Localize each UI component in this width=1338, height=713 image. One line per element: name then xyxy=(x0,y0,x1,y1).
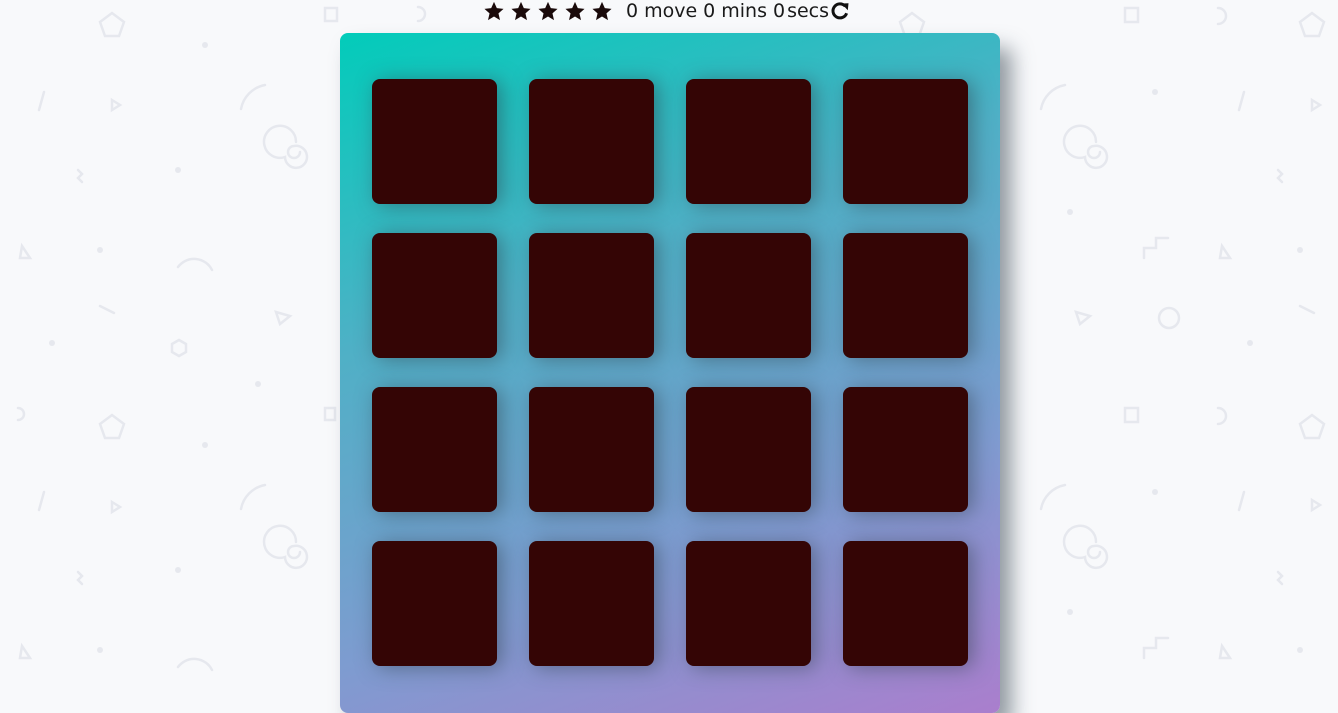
moves-label: move xyxy=(644,0,698,22)
card-deck xyxy=(340,33,1000,713)
star-icon xyxy=(592,1,612,21)
card[interactable] xyxy=(686,387,811,512)
card[interactable] xyxy=(372,387,497,512)
seconds-label: secs xyxy=(787,0,830,22)
card[interactable] xyxy=(686,541,811,666)
score-panel: 0 move 0 mins 0 secs xyxy=(483,0,850,22)
card[interactable] xyxy=(529,79,654,204)
card[interactable] xyxy=(843,79,968,204)
card[interactable] xyxy=(686,233,811,358)
redo-icon[interactable] xyxy=(830,1,850,21)
card[interactable] xyxy=(372,79,497,204)
card[interactable] xyxy=(843,387,968,512)
card[interactable] xyxy=(529,233,654,358)
card[interactable] xyxy=(529,541,654,666)
star-rating xyxy=(483,1,613,21)
star-icon xyxy=(538,1,558,21)
card[interactable] xyxy=(843,541,968,666)
star-icon xyxy=(511,1,531,21)
card[interactable] xyxy=(372,233,497,358)
minutes-count: 0 xyxy=(703,0,716,22)
star-icon xyxy=(484,1,504,21)
card[interactable] xyxy=(529,387,654,512)
moves-count: 0 xyxy=(626,0,639,22)
card[interactable] xyxy=(843,233,968,358)
score-counters: 0 move 0 mins 0 secs xyxy=(626,1,829,21)
star-icon xyxy=(565,1,585,21)
minutes-label: mins xyxy=(721,0,767,22)
seconds-count: 0 xyxy=(773,0,786,22)
card[interactable] xyxy=(372,541,497,666)
card[interactable] xyxy=(686,79,811,204)
